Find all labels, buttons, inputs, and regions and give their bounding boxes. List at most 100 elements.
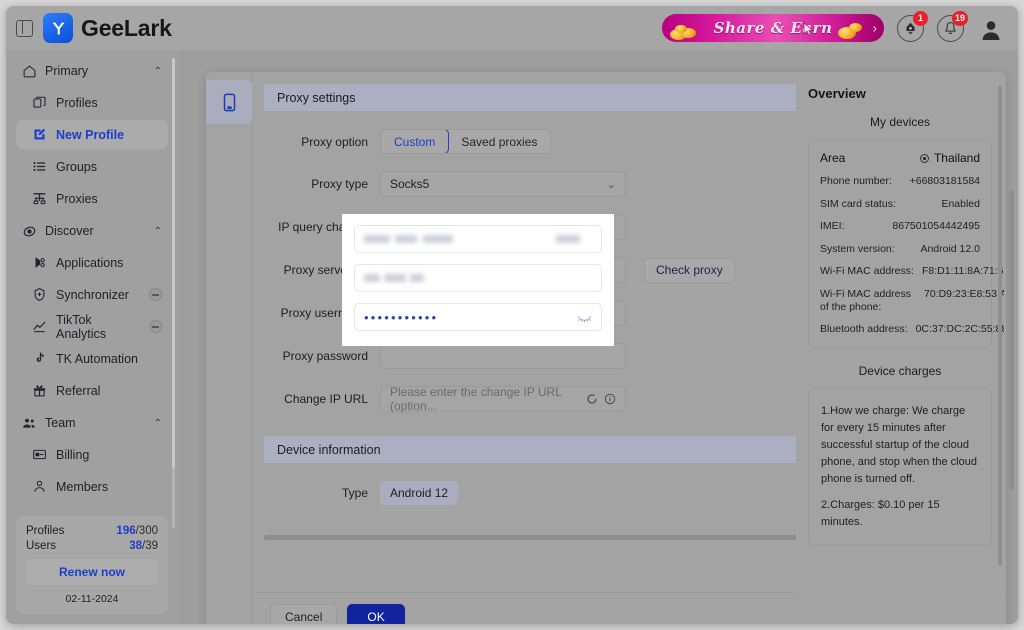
device-row-value-wrap: Thailand bbox=[919, 151, 980, 166]
sidebar-item-proxies[interactable]: Proxies bbox=[16, 184, 168, 213]
redacted-value bbox=[556, 235, 580, 243]
notifications-badge: 19 bbox=[951, 10, 968, 26]
sidebar-item-groups[interactable]: Groups bbox=[16, 152, 168, 181]
eye-off-icon[interactable] bbox=[577, 312, 592, 323]
device-row-key: Bluetooth address: bbox=[820, 323, 908, 336]
sidebar-item-tiktok-analytics[interactable]: TikTok Analytics bbox=[16, 312, 168, 341]
coin-icon bbox=[675, 25, 687, 33]
proxy-password-input[interactable] bbox=[380, 343, 626, 369]
charges-note: 1.How we charge: We charge for every 15 … bbox=[821, 404, 977, 486]
device-row-key: IMEI: bbox=[820, 220, 845, 233]
proxy-password-value: ••••••••••• bbox=[364, 309, 439, 325]
device-row-key: SIM card status: bbox=[820, 197, 896, 210]
sidebar-scrollbar[interactable] bbox=[172, 58, 175, 528]
credentials-focus-overlay: ••••••••••• bbox=[342, 214, 614, 346]
device-charges-title: Device charges bbox=[858, 363, 942, 378]
sidebar-group-label: Team bbox=[45, 416, 76, 430]
plan-users-used: 38 bbox=[129, 540, 142, 552]
sidebar-item-label: Proxies bbox=[56, 191, 98, 206]
sidebar-item-members[interactable]: Members bbox=[16, 472, 168, 501]
ok-button[interactable]: OK bbox=[347, 603, 405, 624]
panel-collapse-icon[interactable] bbox=[16, 19, 33, 37]
device-type-chip[interactable]: Android 12 bbox=[380, 481, 459, 505]
plan-profiles-total: /300 bbox=[135, 525, 158, 537]
proxy-password-label: Proxy password bbox=[282, 349, 368, 363]
sidebar-group-label: Discover bbox=[45, 224, 94, 238]
chevron-right-icon: › bbox=[872, 20, 877, 36]
sidebar-item-label: Applications bbox=[56, 255, 124, 270]
sidebar-item-billing[interactable]: Billing bbox=[16, 440, 168, 469]
proxy-username-field-focused[interactable] bbox=[354, 264, 602, 292]
sidebar-item-label: Profiles bbox=[56, 95, 98, 110]
proxy-option-custom[interactable]: Custom bbox=[381, 130, 450, 153]
sidebar-item-label: Synchronizer bbox=[56, 287, 129, 302]
rail-tab-phone[interactable] bbox=[206, 80, 252, 124]
sidebar-scrollbar-thumb[interactable] bbox=[172, 58, 175, 468]
sidebar-item-tk-automation[interactable]: TK Automation bbox=[16, 344, 168, 373]
geelark-logo-icon bbox=[43, 13, 73, 43]
change-ip-url-placeholder: Please enter the change IP URL (option..… bbox=[390, 385, 562, 413]
plan-profiles-label: Profiles bbox=[26, 525, 65, 537]
team-icon bbox=[23, 418, 35, 428]
proxy-server-label-text: Proxy server bbox=[283, 263, 351, 277]
plan-profiles-used: 196 bbox=[116, 525, 136, 537]
sidebar-item-badge bbox=[149, 288, 162, 301]
device-row-imei: IMEI: 867501054442495 bbox=[820, 220, 980, 233]
device-row-sim-status: SIM card status: Enabled bbox=[820, 198, 980, 211]
device-row-value: 0C:37:DC:2C:55:88 bbox=[915, 323, 1004, 336]
chevron-up-icon: ⌃ bbox=[153, 65, 162, 77]
sidebar-item-label: Groups bbox=[56, 159, 97, 174]
sidebar-item-applications[interactable]: Applications bbox=[16, 248, 168, 277]
cursor-icon bbox=[803, 22, 815, 37]
device-row-key: Wi-Fi MAC address: bbox=[820, 265, 914, 278]
dialog-vertical-scrollbar[interactable] bbox=[1009, 190, 1014, 490]
section-title: Device information bbox=[277, 442, 381, 457]
top-bar: GeeLark Share & Earn › 1 19 bbox=[6, 6, 1018, 50]
sidebar-group-primary[interactable]: Primary ⌃ bbox=[16, 56, 168, 86]
device-row-value: Enabled bbox=[941, 197, 980, 210]
redacted-value bbox=[364, 235, 390, 243]
sidebar-group-team[interactable]: Team ⌃ bbox=[16, 408, 168, 438]
phone-icon bbox=[223, 93, 235, 111]
device-row-value: +66803181584 bbox=[909, 175, 980, 188]
analytics-icon bbox=[33, 321, 46, 333]
sidebar-item-label: Members bbox=[56, 479, 109, 494]
renew-now-button[interactable]: Renew now bbox=[26, 559, 158, 585]
proxy-type-label: Proxy type bbox=[311, 177, 368, 191]
profiles-icon bbox=[33, 96, 46, 108]
device-row-value: Android 12.0 bbox=[920, 242, 980, 255]
charges-note: 2.Charges: $0.10 per 15 minutes. bbox=[821, 499, 940, 529]
sidebar-item-label: TikTok Analytics bbox=[56, 312, 107, 341]
user-avatar[interactable] bbox=[977, 15, 1004, 42]
overview-title: Overview bbox=[808, 86, 866, 101]
change-ip-url-input[interactable]: Please enter the change IP URL (option..… bbox=[380, 385, 626, 413]
plan-row-users: Users 38/39 bbox=[26, 540, 158, 552]
check-proxy-button[interactable]: Check proxy bbox=[644, 257, 735, 283]
notifications-button[interactable]: 19 bbox=[937, 10, 968, 42]
share-and-earn-banner[interactable]: Share & Earn › bbox=[662, 14, 884, 42]
sidebar-item-referral[interactable]: Referral bbox=[16, 376, 168, 405]
proxy-server-field-focused[interactable] bbox=[354, 225, 602, 253]
my-devices-title: My devices bbox=[869, 115, 931, 129]
info-icon[interactable] bbox=[604, 393, 616, 405]
announcement-button[interactable]: 1 bbox=[897, 10, 928, 42]
sidebar-item-profiles[interactable]: Profiles bbox=[16, 88, 168, 117]
device-row-key: System version: bbox=[820, 242, 895, 255]
cancel-button[interactable]: Cancel bbox=[270, 603, 338, 624]
proxy-type-select[interactable]: Socks5 ⌄ bbox=[380, 171, 626, 197]
section-title: Proxy settings bbox=[277, 90, 356, 105]
sidebar-item-new-profile[interactable]: New Profile bbox=[16, 120, 168, 149]
proxy-password-field-focused[interactable]: ••••••••••• bbox=[354, 303, 602, 331]
refresh-icon[interactable] bbox=[586, 393, 598, 405]
overview-scrollbar[interactable] bbox=[998, 86, 1002, 566]
brand: GeeLark bbox=[43, 13, 172, 43]
synchronizer-icon bbox=[34, 288, 45, 301]
sidebar-item-synchronizer[interactable]: Synchronizer bbox=[16, 280, 168, 309]
proxy-option-segmented: Custom Saved proxies bbox=[380, 129, 552, 154]
proxy-option-saved-proxies[interactable]: Saved proxies bbox=[448, 130, 550, 153]
plan-summary-card: Profiles 196/300 Users 38/39 Renew now 0… bbox=[16, 516, 168, 614]
redacted-value bbox=[395, 235, 417, 243]
sidebar-group-discover[interactable]: Discover ⌃ bbox=[16, 216, 168, 246]
app-window: GeeLark Share & Earn › 1 19 Primary ⌃ Pr… bbox=[6, 6, 1018, 624]
device-row-value: Thailand bbox=[933, 151, 980, 165]
